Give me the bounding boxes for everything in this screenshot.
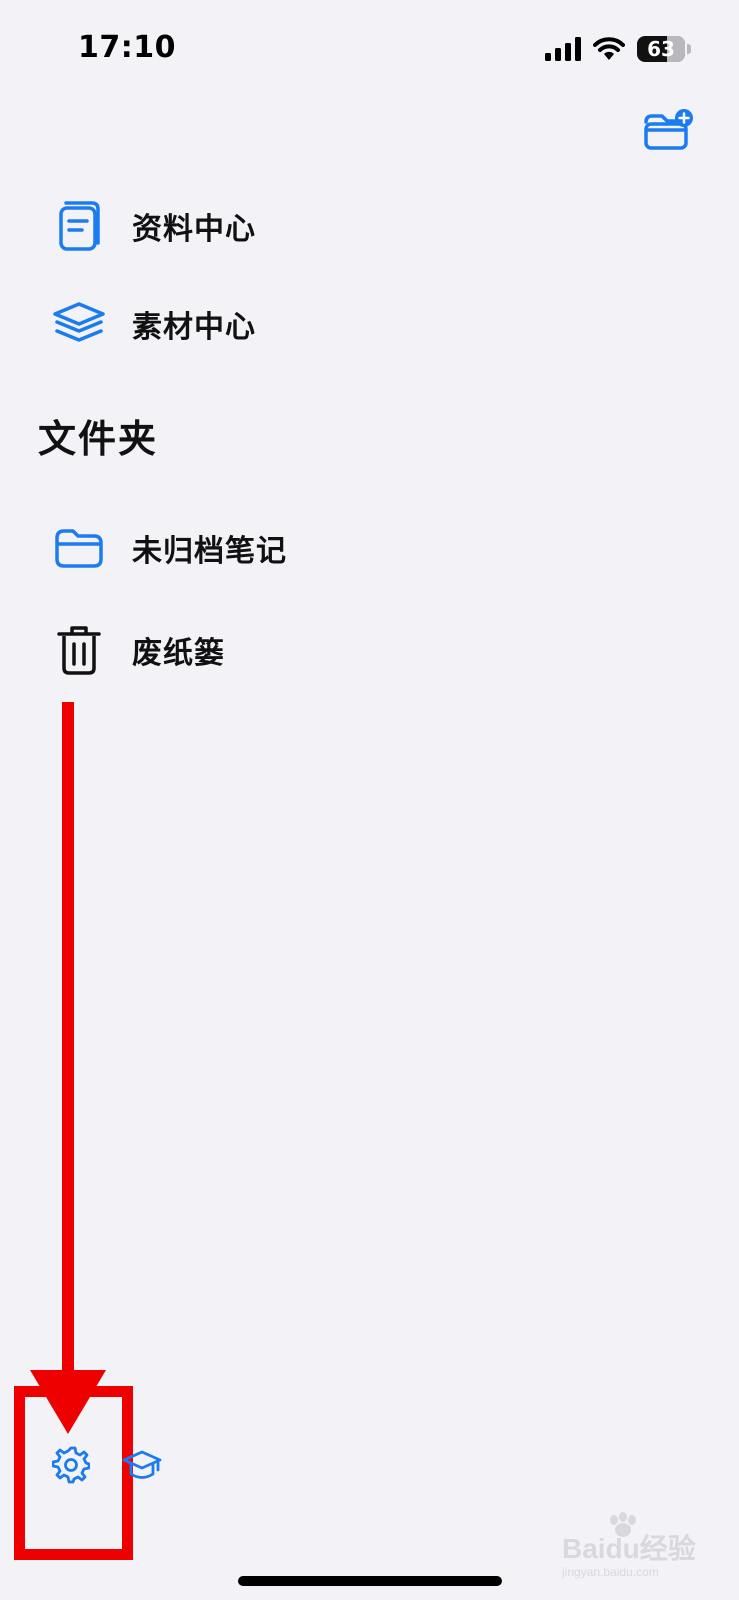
battery-indicator: 63 <box>637 36 685 62</box>
folder-item-unfiled-notes[interactable]: 未归档笔记 <box>50 516 690 580</box>
watermark-text: Baidu经验 <box>562 1532 696 1564</box>
library-item-materials[interactable]: 素材中心 <box>50 292 690 356</box>
folder-item-label: 废纸篓 <box>132 636 225 671</box>
new-folder-button[interactable] <box>642 106 694 154</box>
library-item-label: 素材中心 <box>132 310 256 345</box>
cellular-signal-icon <box>545 37 581 61</box>
battery-cap <box>687 44 691 54</box>
folders-section-title: 文件夹 <box>38 417 159 461</box>
learn-button[interactable] <box>122 1448 162 1484</box>
baidu-watermark: Baidu经验 jingyan.baidu.com <box>561 1510 712 1580</box>
folder-icon <box>55 529 103 568</box>
gear-icon <box>51 1446 91 1484</box>
home-indicator[interactable] <box>238 1576 502 1586</box>
annotation-arrow-line <box>62 702 74 1382</box>
battery-level: 63 <box>647 37 675 61</box>
library-item-label: 资料中心 <box>132 212 256 247</box>
watermark-subtext: jingyan.baidu.com <box>562 1565 659 1579</box>
settings-button[interactable] <box>51 1446 91 1484</box>
status-indicators: 63 <box>545 34 691 64</box>
folder-plus-icon <box>644 109 693 150</box>
status-time: 17:10 <box>78 30 176 65</box>
wifi-icon <box>593 37 625 60</box>
library-item-resources[interactable]: 资料中心 <box>50 194 690 258</box>
layers-icon <box>53 302 105 342</box>
document-icon <box>59 201 100 251</box>
folder-item-trash[interactable]: 废纸篓 <box>50 618 690 682</box>
trash-icon <box>57 626 101 675</box>
graduation-cap-icon <box>122 1450 162 1479</box>
folder-item-label: 未归档笔记 <box>132 534 287 569</box>
baidu-paw-icon: Baidu经验 jingyan.baidu.com <box>561 1512 696 1579</box>
